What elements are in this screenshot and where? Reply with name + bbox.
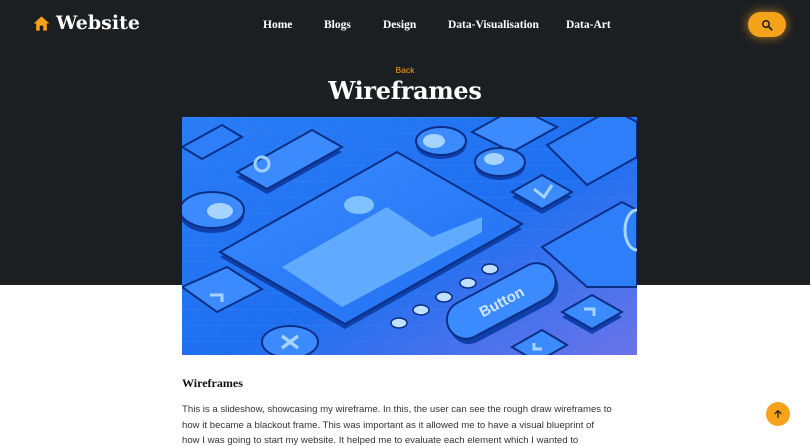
main-nav: Home Blogs Design Data-Visualisation Dat…	[0, 19, 810, 33]
back-link[interactable]: Back	[0, 65, 810, 75]
nav-data-visualisation[interactable]: Data-Visualisation	[448, 19, 539, 31]
nav-blogs[interactable]: Blogs	[324, 19, 351, 31]
body-line: This is a slideshow, showcasing my wiref…	[182, 404, 612, 415]
nav-data-art[interactable]: Data-Art	[566, 19, 611, 31]
nav-design[interactable]: Design	[383, 19, 416, 31]
wireframes-illustration: Button	[182, 117, 637, 355]
arrow-up-icon	[774, 410, 782, 418]
section-heading: Wireframes	[182, 376, 243, 390]
body-line: how it became a blackout frame. This was…	[182, 419, 595, 431]
body-line: how I was going to start my website. It …	[182, 435, 579, 446]
nav-home[interactable]: Home	[263, 19, 292, 31]
search-icon	[762, 19, 773, 31]
page-title: Wireframes	[328, 76, 482, 105]
article-body: This is a slideshow, showcasing my wiref…	[182, 402, 637, 446]
search-button[interactable]	[748, 12, 786, 37]
scroll-to-top-button[interactable]	[766, 402, 790, 426]
